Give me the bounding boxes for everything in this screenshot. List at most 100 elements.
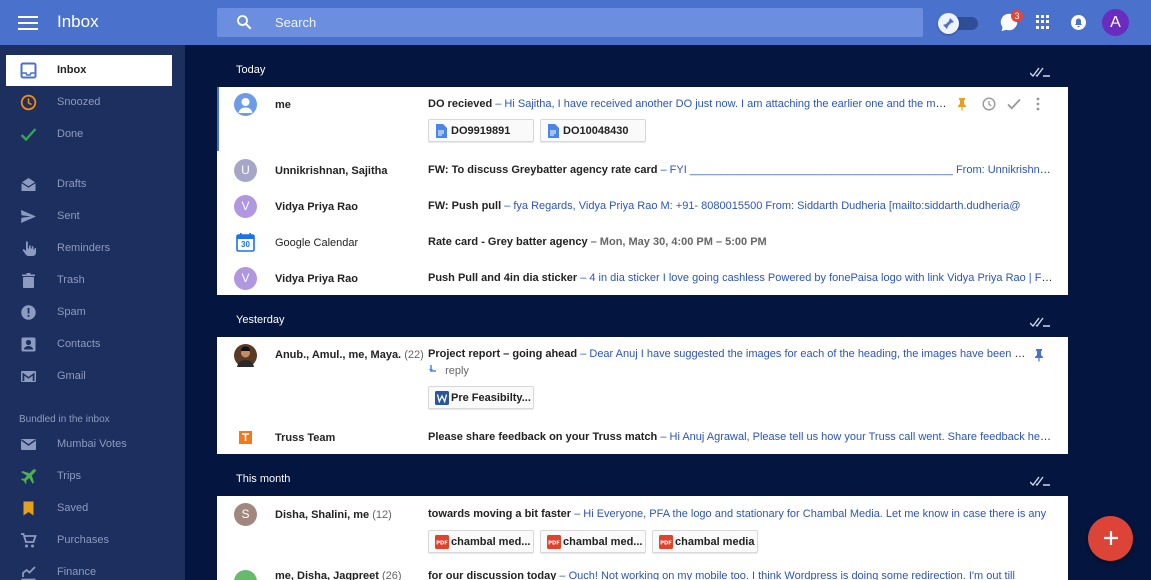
sidebar-item-sent[interactable]: Sent xyxy=(6,201,172,232)
sidebar-item-label: Done xyxy=(57,128,84,140)
top-app-bar: Inbox 3 A xyxy=(0,0,1151,45)
svg-text:PDF: PDF xyxy=(548,541,560,547)
attachment-name: chambal media xyxy=(675,536,755,548)
email-row[interactable]: me, Disha, Jagpreet (26) for our discuss… xyxy=(217,566,1068,580)
email-preview: FW: Push pull – fya Regards, Vidya Priya… xyxy=(428,200,1053,212)
sidebar-item-gmail[interactable]: Gmail xyxy=(6,361,172,392)
sidebar-bundle-mumbai-votes[interactable]: Mumbai Votes xyxy=(6,429,172,460)
sweep-done-icon[interactable] xyxy=(1030,317,1050,327)
email-sender: Disha, Shalini, me (12) xyxy=(275,509,392,521)
email-row[interactable]: Anub., Amul., me, Maya. (22) Project rep… xyxy=(217,337,1068,419)
email-preview: FW: To discuss Greybatter agency rate ca… xyxy=(428,164,1053,176)
sidebar-item-done[interactable]: Done xyxy=(6,119,172,150)
document-icon xyxy=(548,124,559,138)
sidebar-item-label: Gmail xyxy=(57,370,86,382)
email-subject: FW: Push pull xyxy=(428,200,502,212)
email-subject: Push Pull and 4in dia sticker xyxy=(428,272,578,284)
sidebar-bundle-finance[interactable]: Finance xyxy=(6,557,172,580)
search-input[interactable] xyxy=(275,8,875,37)
sweep-done-icon[interactable] xyxy=(1030,476,1050,486)
avatar: S xyxy=(234,503,257,526)
sidebar-item-contacts[interactable]: Contacts xyxy=(6,329,172,360)
sidebar-item-spam[interactable]: Spam xyxy=(6,297,172,328)
menu-icon xyxy=(18,16,38,18)
email-row[interactable]: S Disha, Shalini, me (12) towards moving… xyxy=(217,496,1068,562)
email-sender: Google Calendar xyxy=(275,237,359,249)
sidebar-item-label: Finance xyxy=(57,566,97,578)
attachment-chip[interactable]: DO9919891 xyxy=(428,119,534,142)
email-sender: Vidya Priya Rao xyxy=(275,201,358,213)
notifications-bell-icon[interactable] xyxy=(1071,15,1086,30)
email-subject: for our discussion today xyxy=(428,570,557,580)
compose-fab-button[interactable] xyxy=(1088,516,1133,561)
sidebar-item-label: Trips xyxy=(57,470,82,482)
email-row[interactable]: 30 Google Calendar Rate card - Grey batt… xyxy=(217,225,1068,261)
sidebar-item-inbox[interactable]: Inbox xyxy=(6,55,172,86)
email-row[interactable]: V Vidya Priya Rao Push Pull and 4in dia … xyxy=(217,261,1068,295)
sidebar-bundle-saved[interactable]: Saved xyxy=(6,493,172,524)
attachment-name: DO10048430 xyxy=(563,125,629,137)
pinned-only-toggle[interactable] xyxy=(938,12,978,34)
reply-indicator[interactable]: reply xyxy=(428,365,469,377)
pin-icon[interactable] xyxy=(955,97,969,111)
calendar-icon: 30 xyxy=(234,231,257,254)
spam-icon xyxy=(21,305,36,320)
email-row[interactable]: me DO recieved – Hi Sajitha, I have rece… xyxy=(217,87,1068,151)
sidebar-item-label: Snoozed xyxy=(57,96,101,108)
email-preview: Push Pull and 4in dia sticker – 4 in dia… xyxy=(428,272,1053,284)
account-avatar[interactable]: A xyxy=(1102,9,1129,36)
more-options-icon[interactable] xyxy=(1035,97,1041,111)
section-header-today: Today xyxy=(217,50,1068,92)
attachment-chip[interactable]: DO10048430 xyxy=(540,119,646,142)
pdf-icon: PDF xyxy=(435,535,449,549)
email-sender: me, Disha, Jagpreet (26) xyxy=(275,570,402,580)
email-sender: Unnikrishnan, Sajitha xyxy=(275,165,388,177)
this-month-card: S Disha, Shalini, me (12) towards moving… xyxy=(217,496,1068,580)
gmail-icon xyxy=(21,371,36,382)
email-snippet: – Ouch! Not working on my mobile too. I … xyxy=(556,570,1015,580)
avatar: U xyxy=(234,159,257,182)
pin-icon[interactable] xyxy=(1032,348,1046,362)
attachment-chip[interactable]: PDF chambal med... xyxy=(540,530,646,553)
sidebar-item-reminders[interactable]: Reminders xyxy=(6,233,172,264)
svg-text:PDF: PDF xyxy=(436,541,448,547)
email-row[interactable]: Truss Team Please share feedback on your… xyxy=(217,420,1068,454)
sidebar-item-trash[interactable]: Trash xyxy=(6,265,172,296)
attachment-name: DO9919891 xyxy=(451,125,511,137)
sidebar-item-label: Reminders xyxy=(57,242,111,254)
drafts-icon xyxy=(21,178,36,191)
email-subject: Project report – going ahead xyxy=(428,348,578,360)
svg-text:PDF: PDF xyxy=(660,541,672,547)
sidebar-bundle-purchases[interactable]: Purchases xyxy=(6,525,172,556)
app-title: Inbox xyxy=(57,12,99,31)
sidebar-bundle-trips[interactable]: Trips xyxy=(6,461,172,492)
search-bar[interactable] xyxy=(217,8,923,37)
email-snippet: – Hi Anuj Agrawal, Please tell us how yo… xyxy=(660,431,1053,443)
thread-count: (26) xyxy=(382,570,402,580)
section-header-this-month: This month xyxy=(217,459,1068,501)
main-menu-button[interactable] xyxy=(16,12,40,32)
sidebar-item-label: Sent xyxy=(57,210,80,222)
apps-grid-icon[interactable] xyxy=(1036,15,1050,29)
attachment-name: chambal med... xyxy=(563,536,643,548)
sweep-done-icon[interactable] xyxy=(1030,67,1050,77)
sidebar: Inbox Snoozed Done Drafts Sent Reminders… xyxy=(0,45,185,580)
email-row[interactable]: U Unnikrishnan, Sajitha FW: To discuss G… xyxy=(217,153,1068,189)
reminder-count-badge: 3 xyxy=(1011,10,1023,22)
sidebar-item-snoozed[interactable]: Snoozed xyxy=(6,87,172,118)
email-row[interactable]: V Vidya Priya Rao FW: Push pull – fya Re… xyxy=(217,189,1068,225)
attachment-chip[interactable]: PDF chambal media xyxy=(652,530,758,553)
sidebar-item-drafts[interactable]: Drafts xyxy=(6,169,172,200)
email-subject: Rate card - Grey batter agency xyxy=(428,236,588,248)
clock-icon xyxy=(20,94,37,111)
document-icon xyxy=(436,124,447,138)
attachment-chip[interactable]: PDF chambal med... xyxy=(428,530,534,553)
email-subject: towards moving a bit faster xyxy=(428,508,572,520)
snooze-clock-icon[interactable] xyxy=(982,97,996,111)
email-preview: Please share feedback on your Truss matc… xyxy=(428,431,1053,443)
search-icon xyxy=(237,15,252,30)
mark-done-icon[interactable] xyxy=(1007,97,1021,111)
email-preview: for our discussion today – Ouch! Not wor… xyxy=(428,570,1028,580)
attachment-name: Pre Feasibilty... xyxy=(451,392,531,404)
attachment-chip[interactable]: Pre Feasibilty... xyxy=(428,386,534,409)
